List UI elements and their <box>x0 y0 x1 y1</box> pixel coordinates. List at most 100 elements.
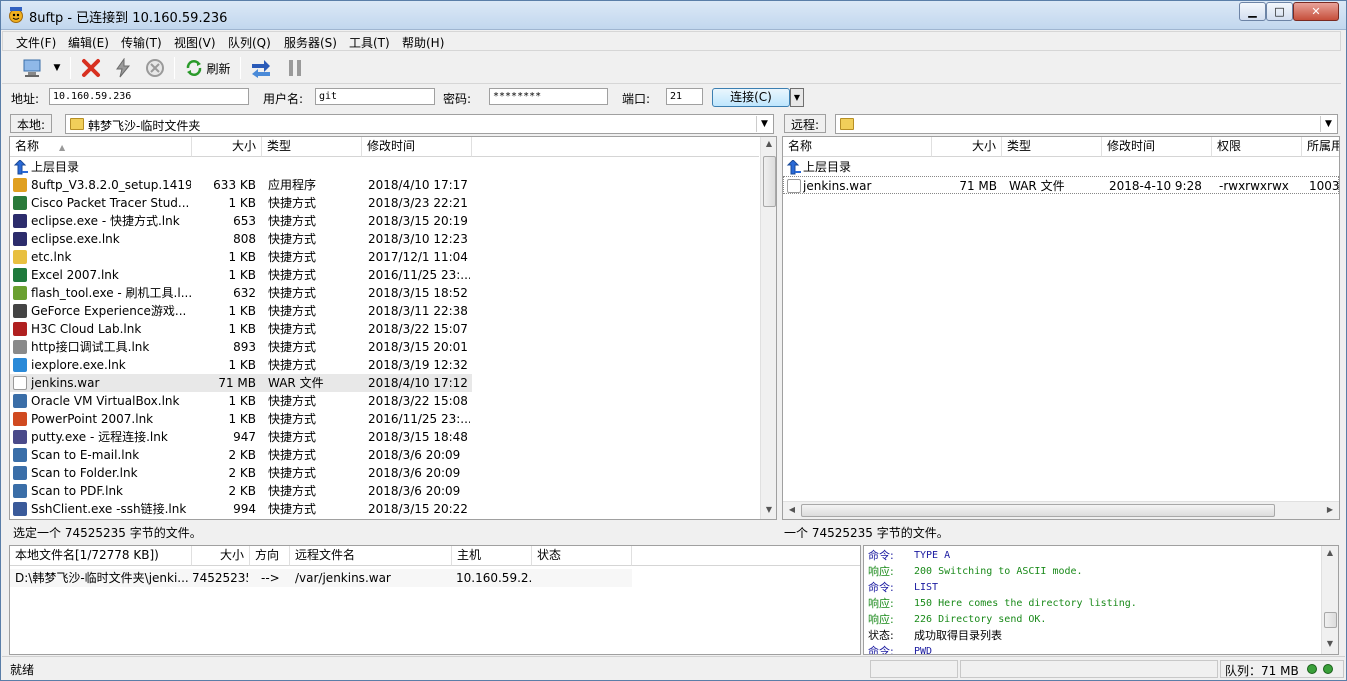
remote-hscroll-thumb[interactable] <box>801 504 1275 517</box>
connect-button[interactable]: 连接(C) <box>712 88 790 107</box>
local-file-row[interactable]: http接口调试工具.lnk 893 快捷方式 2018/3/15 20:01 <box>10 338 472 356</box>
local-file-list[interactable]: 名称 ▲ 大小 类型 修改时间 上层目录 8uftp_V3.8.2.0_setup… <box>9 136 777 520</box>
local-file-row[interactable]: 8uftp_V3.8.2.0_setup.1419... 633 KB 应用程序 20… <box>10 176 472 194</box>
local-file-mtime: 2018/3/15 20:01 <box>368 340 468 354</box>
local-file-row[interactable]: Scan to PDF.lnk 2 KB 快捷方式 2018/3/6 20:09 <box>10 482 472 500</box>
scroll-up-icon[interactable]: ▲ <box>1322 548 1338 557</box>
local-col-name[interactable]: 名称 ▲ <box>10 137 192 157</box>
site-manager-button[interactable] <box>20 56 46 80</box>
queue-host: 10.160.59.2... <box>456 571 532 585</box>
remote-col-type[interactable]: 类型 <box>1002 137 1102 157</box>
menu-server[interactable]: 服务器(S) <box>284 34 337 51</box>
local-file-mtime: 2018/3/10 12:23 <box>368 232 468 246</box>
local-col-type[interactable]: 类型 <box>262 137 362 157</box>
local-file-row[interactable]: SshClient.exe -ssh链接.lnk 994 快捷方式 2018/3/15… <box>10 500 472 518</box>
local-file-row[interactable]: eclipse.exe.lnk 808 快捷方式 2018/3/10 12:23 <box>10 230 472 248</box>
queue-col-direction[interactable]: 方向 <box>250 546 290 566</box>
queue-col-size[interactable]: 大小 <box>192 546 250 566</box>
powerpoint-icon <box>13 412 27 426</box>
local-file-row[interactable]: putty.exe - 远程连接.lnk 947 快捷方式 2018/3/15 18:… <box>10 428 472 446</box>
local-file-row[interactable]: Scan to E-mail.lnk 2 KB 快捷方式 2018/3/6 20:09 <box>10 446 472 464</box>
scroll-up-icon[interactable]: ▲ <box>761 139 776 148</box>
remote-path-combo[interactable]: ▼ <box>835 114 1338 134</box>
remote-col-size[interactable]: 大小 <box>932 137 1002 157</box>
chevron-down-icon[interactable]: ▼ <box>756 116 772 132</box>
transfer-queue-button[interactable] <box>248 56 274 80</box>
minimize-button[interactable]: ▁ <box>1239 2 1266 21</box>
menu-queue[interactable]: 队列(Q) <box>228 34 271 51</box>
local-file-row[interactable]: PowerPoint 2007.lnk 1 KB 快捷方式 2016/11/25 23… <box>10 410 472 428</box>
log-line: 命令: LIST <box>868 580 938 596</box>
scroll-left-icon[interactable]: ◀ <box>784 505 800 514</box>
local-file-row[interactable]: Scan to Folder.lnk 2 KB 快捷方式 2018/3/6 20:09 <box>10 464 472 482</box>
remote-file-list[interactable]: 名称 大小 类型 修改时间 权限 所属用 上层目录 jenkins.war 71… <box>782 136 1340 520</box>
local-file-row[interactable]: etc.lnk 1 KB 快捷方式 2017/12/1 11:04 <box>10 248 472 266</box>
menu-help[interactable]: 帮助(H) <box>402 34 444 51</box>
remote-col-permissions[interactable]: 权限 <box>1212 137 1302 157</box>
local-parent-dir[interactable]: 上层目录 <box>10 158 472 176</box>
menu-file[interactable]: 文件(F) <box>16 34 56 51</box>
log-vertical-scrollbar[interactable]: ▲ ▼ <box>1321 546 1338 654</box>
local-file-row[interactable]: jenkins.war 71 MB WAR 文件 2018/4/10 17:12 <box>10 374 472 392</box>
chevron-down-icon[interactable]: ▼ <box>1320 116 1336 132</box>
menu-tools[interactable]: 工具(T) <box>349 34 390 51</box>
local-file-name: putty.exe - 远程连接.lnk <box>31 430 168 444</box>
local-file-row[interactable]: Oracle VM VirtualBox.lnk 1 KB 快捷方式 2018/3/2… <box>10 392 472 410</box>
local-file-row[interactable]: Cisco Packet Tracer Stud... 1 KB 快捷方式 2018/… <box>10 194 472 212</box>
port-input[interactable]: 21 <box>666 88 703 105</box>
reconnect-button[interactable] <box>110 56 136 80</box>
local-col-mtime[interactable]: 修改时间 <box>362 137 472 157</box>
queue-col-status[interactable]: 状态 <box>532 546 632 566</box>
connect-dropdown[interactable]: ▼ <box>790 88 804 107</box>
local-file-mtime: 2018/3/22 15:08 <box>368 394 468 408</box>
disconnect-button[interactable] <box>78 56 104 80</box>
password-input[interactable]: ******** <box>489 88 608 105</box>
pause-button[interactable] <box>282 56 308 80</box>
local-file-type: 应用程序 <box>268 178 317 192</box>
local-col-size[interactable]: 大小 <box>192 137 262 157</box>
transfer-queue[interactable]: 本地文件名[1/72778 KB]) 大小 方向 远程文件名 主机 状态 D:\… <box>9 545 861 655</box>
local-file-name: Oracle VM VirtualBox.lnk <box>31 394 180 408</box>
local-file-row[interactable]: H3C Cloud Lab.lnk 1 KB 快捷方式 2018/3/22 15:07 <box>10 320 472 338</box>
local-file-size: 1 KB <box>228 412 256 426</box>
stop-button[interactable] <box>142 56 168 80</box>
scroll-down-icon[interactable]: ▼ <box>1322 639 1338 648</box>
username-input[interactable]: git <box>315 88 435 105</box>
remote-col-mtime[interactable]: 修改时间 <box>1102 137 1212 157</box>
remote-col-owner[interactable]: 所属用 <box>1302 137 1339 157</box>
local-vertical-scrollbar[interactable]: ▲ ▼ <box>760 137 776 519</box>
menu-view[interactable]: 视图(V) <box>174 34 216 51</box>
refresh-button[interactable]: 刷新 <box>182 56 234 80</box>
local-file-row[interactable]: iexplore.exe.lnk 1 KB 快捷方式 2018/3/19 12:32 <box>10 356 472 374</box>
log-text: LIST <box>914 582 939 593</box>
local-path-combo[interactable]: 韩梦飞沙-临时文件夹 ▼ <box>65 114 774 134</box>
scroll-right-icon[interactable]: ▶ <box>1322 505 1338 514</box>
log-scroll-thumb[interactable] <box>1324 612 1337 628</box>
remote-horizontal-scrollbar[interactable]: ◀ ▶ <box>783 501 1339 519</box>
local-file-row[interactable]: GeForce Experience游戏... 1 KB 快捷方式 2018/3/11… <box>10 302 472 320</box>
local-file-type: 快捷方式 <box>268 304 317 318</box>
local-file-row[interactable]: eclipse.exe - 快捷方式.lnk 653 快捷方式 2018/3/15 2… <box>10 212 472 230</box>
local-file-size: 2 KB <box>228 448 256 462</box>
stop-icon <box>146 59 164 77</box>
local-scroll-thumb[interactable] <box>763 156 776 207</box>
site-manager-dropdown[interactable]: ▼ <box>50 56 64 80</box>
queue-col-host[interactable]: 主机 <box>452 546 532 566</box>
local-file-row[interactable]: Excel 2007.lnk 1 KB 快捷方式 2016/11/25 23:... <box>10 266 472 284</box>
maximize-button[interactable]: □ <box>1266 2 1293 21</box>
menu-transfer[interactable]: 传输(T) <box>121 34 162 51</box>
local-file-size: 632 <box>233 286 256 300</box>
local-file-type: 快捷方式 <box>268 268 317 282</box>
remote-parent-dir[interactable]: 上层目录 <box>783 158 1339 176</box>
remote-col-name[interactable]: 名称 <box>783 137 932 157</box>
queue-row[interactable]: D:\韩梦飞沙-临时文件夹\jenki... 74525235 --> /var… <box>10 569 632 587</box>
close-window-button[interactable]: ✕ <box>1293 2 1339 21</box>
queue-col-local[interactable]: 本地文件名[1/72778 KB]) <box>10 546 192 566</box>
queue-col-remote[interactable]: 远程文件名 <box>290 546 452 566</box>
address-input[interactable]: 10.160.59.236 <box>49 88 249 105</box>
scroll-down-icon[interactable]: ▼ <box>761 505 776 514</box>
menu-edit[interactable]: 编辑(E) <box>68 34 109 51</box>
message-log[interactable]: 命令: TYPE A 响应: 200 Switching to ASCII mode.… <box>863 545 1339 655</box>
remote-file-row[interactable]: jenkins.war 71 MB WAR 文件 2018-4-10 9:28 … <box>783 176 1339 194</box>
local-file-row[interactable]: flash_tool.exe - 刷机工具.l... 632 快捷方式 2018/3/… <box>10 284 472 302</box>
